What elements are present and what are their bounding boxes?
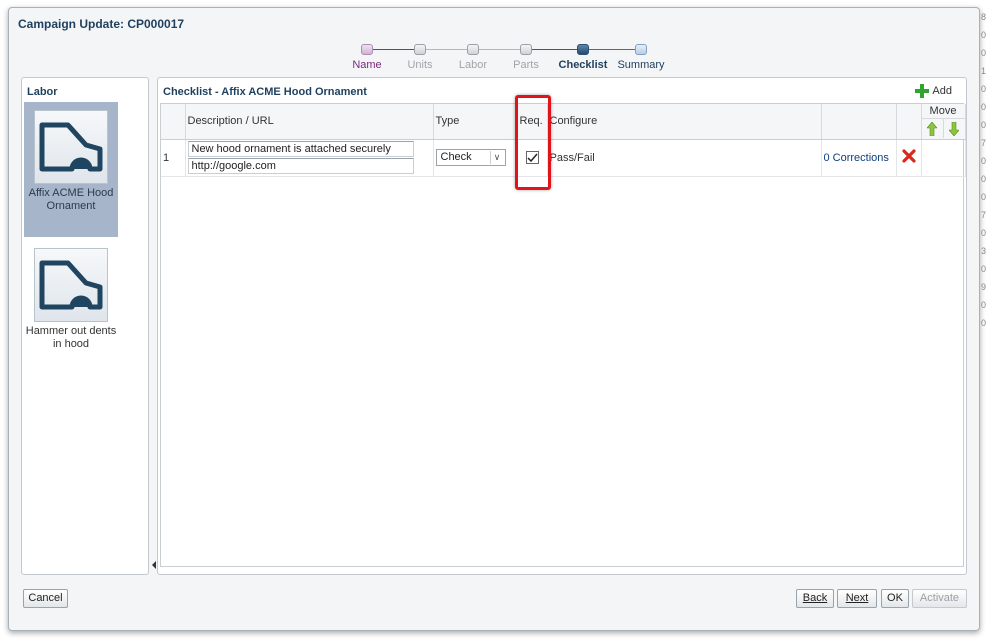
clipped-glyph: 9 [981,282,987,292]
train-stop-label: Checklist [558,59,608,71]
column-header-type[interactable]: Type [433,104,518,140]
train-stop-name[interactable]: Name [337,44,397,71]
clipped-glyph: 0 [981,156,987,166]
train-stop-marker [520,44,532,55]
type-cell: Check ∨ [433,139,518,177]
column-header-delete [896,104,922,140]
type-select[interactable]: Check ∨ [435,149,506,166]
plus-icon [915,84,930,98]
clipped-glyph: 0 [981,174,987,184]
labor-item-label: Hammer out dents in hood [25,325,117,350]
right-edge-clipped-text: 8 0 0 1 0 0 0 7 0 0 0 7 0 3 0 9 0 0 [981,8,994,332]
type-select-value: Check [440,151,472,163]
column-header-corrections [821,104,897,140]
collapse-handle-icon[interactable] [152,561,156,569]
train-stop-label: Name [352,59,382,71]
column-header-index [161,104,186,140]
clipped-glyph: 7 [981,138,987,148]
labor-panel-title: Labor [27,86,58,98]
clipped-glyph: 0 [981,48,987,58]
clipped-glyph: 7 [981,210,987,220]
checklist-panel: Checklist - Affix ACME Hood Ornament Add… [157,77,967,575]
labor-item[interactable]: Affix ACME Hood Ornament [24,102,118,237]
clipped-glyph: 3 [981,246,987,256]
hood-icon [34,110,108,184]
back-button[interactable]: Back [796,589,834,608]
train-stop-label: Summary [617,59,665,71]
clipped-glyph: 0 [981,228,987,238]
wizard-train: Name Units Labor Parts Checklist Summary [9,44,979,80]
hood-icon [34,248,108,322]
add-button[interactable]: Add [915,84,952,98]
train-stop-marker [361,44,373,55]
corrections-link[interactable]: 0 Corrections [824,152,889,164]
clipped-glyph: 0 [981,192,987,202]
next-button[interactable]: Next [837,589,877,608]
checklist-panel-title: Checklist - Affix ACME Hood Ornament [163,86,367,98]
move-cell [921,139,966,177]
description-cell: New hood ornament is attached securely h… [185,139,434,177]
checkmark-icon [526,153,538,162]
dialog-title: Campaign Update: CP000017 [18,17,185,31]
train-stop-marker [577,44,589,55]
train-stop-labor[interactable]: Labor [443,44,503,71]
campaign-update-dialog: Campaign Update: CP000017 Name Units Lab… [8,7,980,631]
train-stop-label: Parts [513,59,539,71]
clipped-glyph: 0 [981,30,987,40]
add-button-label: Add [932,85,952,97]
required-checkbox[interactable] [525,151,539,164]
checklist-table: Description / URL Type Req. Configure Mo… [160,103,966,567]
clipped-glyph: 1 [981,66,987,76]
delete-icon[interactable] [901,149,916,163]
required-cell [517,139,548,177]
clipped-glyph: 0 [981,264,987,274]
move-down-icon[interactable] [944,119,965,138]
table-row[interactable]: 1 New hood ornament is attached securely… [161,139,966,177]
chevron-down-icon[interactable]: ∨ [489,151,504,164]
column-header-configure[interactable]: Configure [547,104,822,140]
activate-button: Activate [912,589,967,608]
ok-button[interactable]: OK [881,589,909,608]
configure-cell: Pass/Fail [547,139,822,177]
labor-panel: Labor Affix ACME Hood Ornament Hammer ou… [21,77,149,575]
clipped-glyph: 0 [981,102,987,112]
train-stop-label: Labor [458,59,488,71]
train-stop-parts[interactable]: Parts [496,44,556,71]
train-stop-summary[interactable]: Summary [611,44,671,71]
move-up-icon[interactable] [922,119,944,139]
move-label: Move [921,104,965,120]
description-field[interactable]: New hood ornament is attached securely [187,141,414,157]
clipped-glyph: 0 [981,318,987,328]
train-stop-marker [635,44,647,55]
column-header-required[interactable]: Req. [517,104,548,140]
train-stop-marker [467,44,479,55]
clipped-glyph: 0 [981,84,987,94]
cancel-button[interactable]: Cancel [23,589,68,608]
clipped-glyph: 0 [981,300,987,310]
train-stop-checklist: Checklist [553,44,613,71]
url-field[interactable]: http://google.com [187,158,414,174]
train-stop-units[interactable]: Units [390,44,450,71]
delete-cell [896,139,922,177]
corrections-cell: 0 Corrections [821,139,897,177]
labor-item-label: Affix ACME Hood Ornament [28,187,114,212]
labor-item[interactable]: Hammer out dents in hood [24,240,118,350]
train-stop-label: Units [407,59,433,71]
clipped-glyph: 8 [981,12,987,22]
column-header-move: Move [921,104,966,140]
row-index: 1 [161,139,186,177]
clipped-glyph: 0 [981,120,987,130]
train-stop-marker [414,44,426,55]
column-header-description[interactable]: Description / URL [185,104,434,140]
